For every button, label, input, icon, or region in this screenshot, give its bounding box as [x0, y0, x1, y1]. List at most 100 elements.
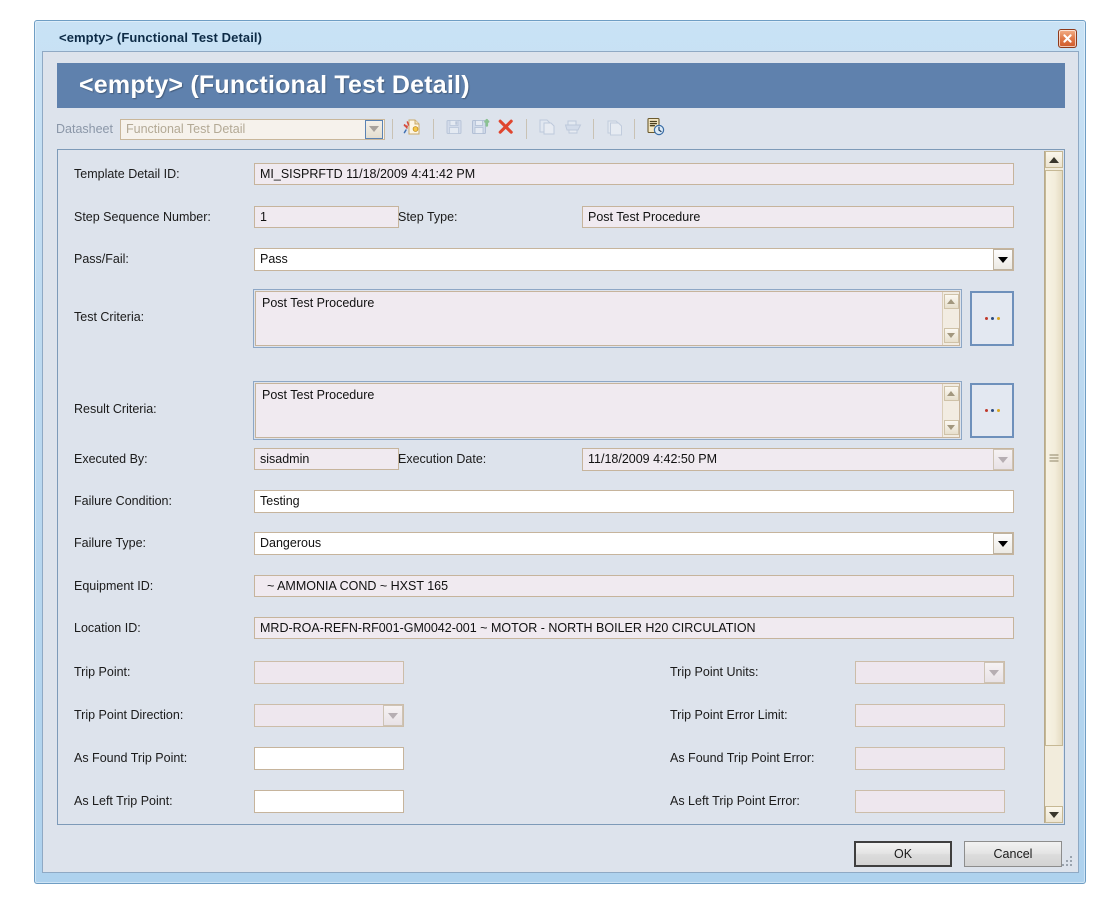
template-detail-id-label: Template Detail ID:	[74, 167, 180, 181]
failure-type-dropdown-button[interactable]	[993, 533, 1013, 554]
scroll-up-button[interactable]	[1045, 151, 1063, 168]
scroll-down-button[interactable]	[1045, 806, 1063, 823]
ok-button[interactable]: OK	[854, 841, 952, 867]
step-type-field[interactable]: Post Test Procedure	[582, 206, 1014, 228]
equipment-id-field[interactable]: ~ AMMONIA COND ~ HXST 165	[254, 575, 1014, 597]
reference-documents-button[interactable]	[601, 117, 627, 141]
step-sequence-number-field[interactable]: 1	[254, 206, 399, 228]
executed-by-label: Executed By:	[74, 452, 148, 466]
scrollbar-grip	[1049, 454, 1059, 462]
delete-button[interactable]	[493, 117, 519, 141]
execution-date-field[interactable]: 11/18/2009 4:42:50 PM	[582, 448, 1014, 471]
save-icon	[444, 117, 464, 142]
trip-point-units-label: Trip Point Units:	[670, 665, 759, 679]
dialog-client-area: <empty> (Functional Test Detail) Datashe…	[42, 51, 1079, 873]
as-left-trip-point-field[interactable]	[254, 790, 404, 813]
window-title: <empty> (Functional Test Detail)	[59, 29, 263, 45]
executed-by-field[interactable]: sisadmin	[254, 448, 399, 470]
trip-point-direction-dropdown-button[interactable]	[383, 705, 403, 726]
scroll-up-icon	[1049, 156, 1059, 163]
test-criteria-scrollbar[interactable]	[942, 292, 959, 345]
template-detail-id-field[interactable]: MI_SISPRFTD 11/18/2009 4:41:42 PM	[254, 163, 1014, 185]
as-found-trip-point-field[interactable]	[254, 747, 404, 770]
print-button[interactable]	[560, 117, 586, 141]
chevron-down-icon	[998, 456, 1008, 463]
close-window-button[interactable]	[1058, 29, 1077, 48]
scroll-down-icon	[1049, 811, 1059, 818]
form-vertical-scrollbar[interactable]	[1044, 151, 1063, 823]
form-row-as-found-trip-point: As Found Trip Point: As Found Trip Point…	[58, 744, 1044, 772]
datasheet-select[interactable]: Functional Test Detail	[119, 118, 385, 140]
failure-condition-field[interactable]: Testing	[254, 490, 1014, 513]
trip-point-error-limit-field[interactable]	[855, 704, 1005, 727]
scroll-down-icon	[947, 333, 955, 338]
result-criteria-expand-button[interactable]	[970, 383, 1014, 438]
form-row-test-criteria: Test Criteria: Post Test Procedure	[58, 287, 1044, 348]
window-titlebar: <empty> (Functional Test Detail)	[35, 21, 1085, 53]
history-icon	[644, 116, 666, 143]
scrollbar-thumb[interactable]	[1045, 170, 1063, 746]
scroll-up-icon	[947, 299, 955, 304]
chevron-down-icon	[998, 256, 1008, 263]
result-criteria-field[interactable]: Post Test Procedure	[253, 381, 962, 440]
failure-type-label: Failure Type:	[74, 536, 147, 550]
result-criteria-scrollbar[interactable]	[942, 384, 959, 437]
toolbar-separator	[391, 119, 393, 139]
close-icon	[1062, 33, 1073, 44]
trip-point-error-limit-label: Trip Point Error Limit:	[670, 708, 788, 722]
chevron-down-icon	[388, 712, 398, 719]
form-row-pass-fail: Pass/Fail: Pass	[58, 245, 1044, 273]
form-body: Template Detail ID: MI_SISPRFTD 11/18/20…	[58, 150, 1044, 824]
scroll-down-button[interactable]	[943, 328, 959, 343]
trip-point-direction-label: Trip Point Direction:	[74, 708, 184, 722]
scroll-down-button[interactable]	[943, 420, 959, 435]
equipment-id-label: Equipment ID:	[74, 579, 154, 593]
ellipsis-icon	[984, 317, 1000, 320]
location-id-field[interactable]: MRD-ROA-REFN-RF001-GM0042-001 ~ MOTOR - …	[254, 617, 1014, 639]
as-found-trip-point-error-field[interactable]	[855, 747, 1005, 770]
page-title: <empty> (Functional Test Detail)	[79, 71, 470, 99]
scroll-up-button[interactable]	[943, 386, 959, 401]
new-datasheet-button[interactable]	[400, 117, 426, 141]
form-row-trip-point: Trip Point: Trip Point Units:	[58, 658, 1044, 686]
scroll-up-button[interactable]	[943, 294, 959, 309]
form-row-as-left-trip-point: As Left Trip Point: As Left Trip Point E…	[58, 787, 1044, 815]
result-criteria-value: Post Test Procedure	[262, 388, 375, 402]
screenshot-root: <empty> (Functional Test Detail) <empty>…	[0, 0, 1120, 903]
trip-point-field[interactable]	[254, 661, 404, 684]
datasheet-select-arrow-button[interactable]	[364, 119, 383, 139]
trip-point-units-field[interactable]	[855, 661, 1005, 684]
save-button[interactable]	[441, 117, 467, 141]
test-criteria-expand-button[interactable]	[970, 291, 1014, 346]
test-criteria-field[interactable]: Post Test Procedure	[253, 289, 962, 348]
as-left-trip-point-error-label: As Left Trip Point Error:	[670, 794, 800, 808]
form-row-failure-type: Failure Type: Dangerous	[58, 529, 1044, 557]
ellipsis-icon	[984, 409, 1000, 412]
execution-date-dropdown-button[interactable]	[993, 449, 1013, 470]
resize-grip[interactable]	[1062, 856, 1073, 867]
copy-icon	[537, 117, 557, 142]
pass-fail-field[interactable]: Pass	[254, 248, 1014, 271]
form-scroll-area: Template Detail ID: MI_SISPRFTD 11/18/20…	[57, 149, 1065, 825]
dialog-window: <empty> (Functional Test Detail) <empty>…	[34, 20, 1086, 884]
as-left-trip-point-label: As Left Trip Point:	[74, 794, 173, 808]
as-left-trip-point-error-field[interactable]	[855, 790, 1005, 813]
cancel-button[interactable]: Cancel	[964, 841, 1062, 867]
scroll-up-icon	[947, 391, 955, 396]
form-row-template-detail-id: Template Detail ID: MI_SISPRFTD 11/18/20…	[58, 160, 1044, 188]
failure-type-field[interactable]: Dangerous	[254, 532, 1014, 555]
as-found-trip-point-error-label: As Found Trip Point Error:	[670, 751, 815, 765]
trip-point-direction-field[interactable]	[254, 704, 404, 727]
form-row-location-id: Location ID: MRD-ROA-REFN-RF001-GM0042-0…	[58, 614, 1044, 642]
history-button[interactable]	[642, 117, 668, 141]
chevron-down-icon	[998, 540, 1008, 547]
new-datasheet-icon	[403, 117, 423, 142]
trip-point-units-dropdown-button[interactable]	[984, 662, 1004, 683]
result-criteria-label: Result Criteria:	[74, 402, 157, 416]
step-sequence-number-label: Step Sequence Number:	[74, 210, 211, 224]
copy-button[interactable]	[534, 117, 560, 141]
pass-fail-dropdown-button[interactable]	[993, 249, 1013, 270]
reference-documents-icon	[604, 117, 624, 142]
save-and-new-button[interactable]	[467, 117, 493, 141]
form-row-equipment-id: Equipment ID: ~ AMMONIA COND ~ HXST 165	[58, 572, 1044, 600]
